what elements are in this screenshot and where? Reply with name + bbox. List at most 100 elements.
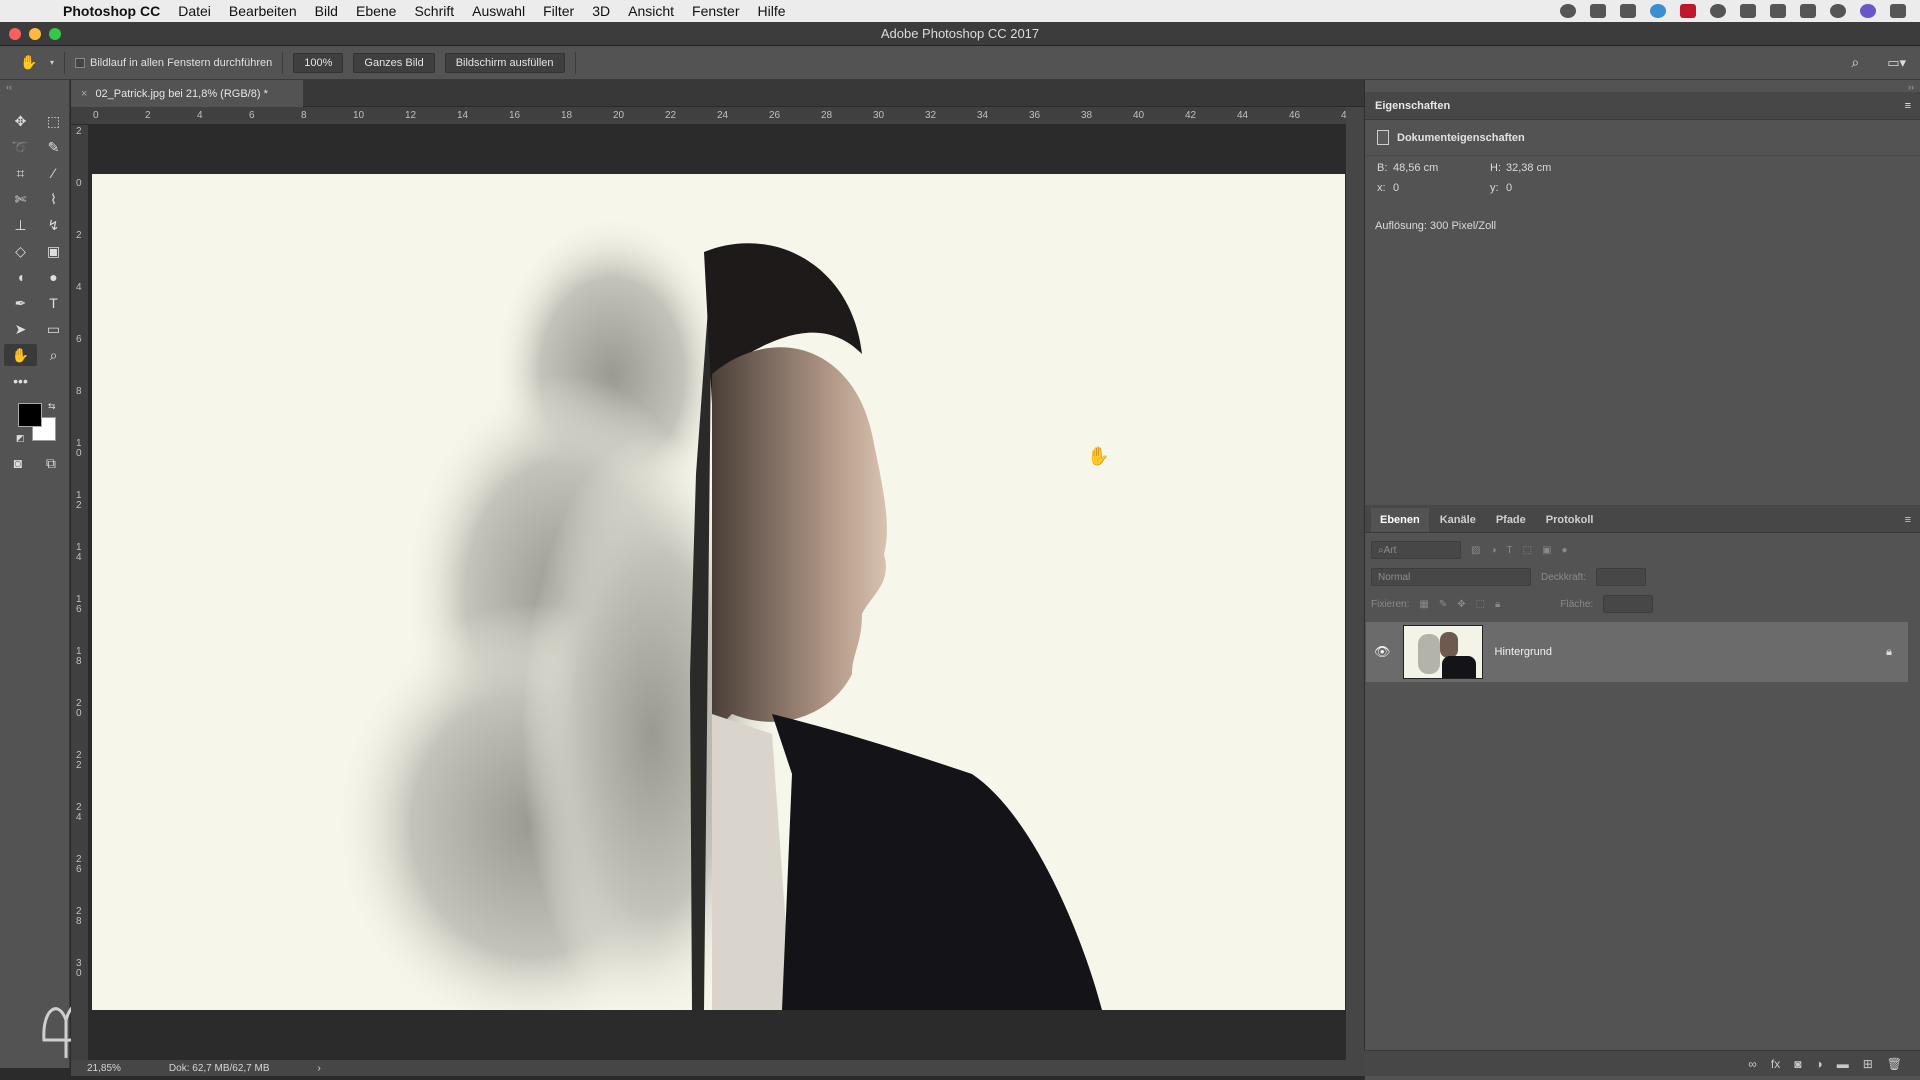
swap-colors-icon[interactable]: ⇆ <box>48 401 56 412</box>
lasso-tool-icon[interactable]: ➰ <box>4 136 37 158</box>
sync-icon[interactable] <box>1650 4 1666 18</box>
new-group-icon[interactable]: ▬ <box>1837 1057 1849 1071</box>
siri-icon[interactable] <box>1860 4 1876 18</box>
path-select-tool-icon[interactable]: ➤ <box>4 318 37 340</box>
screen-mode-icon[interactable]: ⧉ <box>40 452 62 474</box>
zoom-window-button[interactable] <box>49 28 61 40</box>
vertical-scrollbar[interactable] <box>1346 107 1364 1060</box>
wifi-icon[interactable] <box>1770 4 1786 18</box>
pen-tool-icon[interactable]: ✒ <box>4 292 37 314</box>
menu-3d[interactable]: 3D <box>583 3 619 19</box>
collapse-icon[interactable]: ‹‹ <box>6 82 12 92</box>
height-value[interactable]: 32,38 cm <box>1506 162 1551 174</box>
eraser-tool-icon[interactable]: ◇ <box>4 240 37 262</box>
layer-lock-icon[interactable]: 🔒︎ <box>1886 646 1892 659</box>
layer-row-background[interactable]: 👁︎ Hintergrund 🔒︎ <box>1366 622 1908 682</box>
tab-protokoll[interactable]: Protokoll <box>1537 508 1603 532</box>
menu-datei[interactable]: Datei <box>169 3 220 19</box>
marquee-tool-icon[interactable]: ⬚ <box>37 110 70 132</box>
layer-name[interactable]: Hintergrund <box>1495 646 1552 658</box>
gradient-tool-icon[interactable]: ▣ <box>37 240 70 262</box>
zoom-tool-icon[interactable]: ⌕ <box>37 344 70 366</box>
eyedropper-tool-icon[interactable]: ⁄ <box>37 162 70 184</box>
new-layer-icon[interactable]: ⊞ <box>1863 1057 1873 1071</box>
tab-kanaele[interactable]: Kanäle <box>1431 508 1485 532</box>
type-tool-icon[interactable]: T <box>37 292 70 314</box>
cloud-icon[interactable] <box>1590 4 1606 18</box>
quick-mask-icon[interactable]: ◙ <box>7 452 29 474</box>
lock-position-icon[interactable]: ✥ <box>1457 599 1465 610</box>
brush-tool-icon[interactable]: ⌇ <box>37 188 70 210</box>
lock-artboard-icon[interactable]: ⬚ <box>1476 599 1485 610</box>
display-icon[interactable] <box>1620 4 1636 18</box>
stamp-tool-icon[interactable]: ⊥ <box>4 214 37 236</box>
menu-app[interactable]: Photoshop CC <box>54 3 169 19</box>
y-value[interactable]: 0 <box>1506 182 1512 194</box>
menu-hilfe[interactable]: Hilfe <box>749 3 795 19</box>
move-tool-icon[interactable]: ✥ <box>4 110 37 132</box>
vertical-ruler[interactable]: 2 0 2 4 6 8 1 0 1 2 1 4 1 6 1 8 2 0 2 2 2 4 2 6 2 8 3 0 <box>71 125 89 1060</box>
filter-smart-icon[interactable]: ▣ <box>1542 545 1551 556</box>
record-icon[interactable] <box>1560 4 1576 18</box>
fill-input[interactable] <box>1603 595 1654 613</box>
scroll-all-windows-checkbox[interactable]: Bildlauf in allen Fenstern durchführen <box>75 57 272 69</box>
menu-ebene[interactable]: Ebene <box>347 3 405 19</box>
checkbox-box[interactable] <box>75 57 86 68</box>
dodge-tool-icon[interactable]: ● <box>37 266 70 288</box>
hand-tool-icon[interactable]: ✋ <box>4 344 37 366</box>
width-value[interactable]: 48,56 cm <box>1393 162 1438 174</box>
filter-type-icon[interactable]: T <box>1507 545 1513 556</box>
layers-panel-menu-icon[interactable]: ≡ <box>1905 514 1911 532</box>
time-machine-icon[interactable] <box>1710 4 1726 18</box>
layer-filter-input[interactable]: ⌕ Art <box>1371 541 1461 559</box>
blur-tool-icon[interactable]: ◖ <box>4 266 37 288</box>
adobe-icon[interactable] <box>1680 4 1696 18</box>
filter-toggle-icon[interactable]: ● <box>1562 545 1568 556</box>
menu-ansicht[interactable]: Ansicht <box>619 3 683 19</box>
tab-ebenen[interactable]: Ebenen <box>1371 508 1429 532</box>
close-tab-icon[interactable]: × <box>81 88 87 100</box>
menu-schrift[interactable]: Schrift <box>405 3 463 19</box>
chevron-down-icon[interactable]: ▾ <box>50 58 54 67</box>
filter-shape-icon[interactable]: ⬚ <box>1523 545 1532 556</box>
link-layers-icon[interactable]: ∞ <box>1748 1057 1757 1071</box>
close-window-button[interactable] <box>9 28 21 40</box>
crop-tool-icon[interactable]: ⌗ <box>4 162 37 184</box>
hand-tool-preset-icon[interactable]: ✋ <box>18 52 40 74</box>
workspace-icon[interactable]: ▭▾ <box>1887 55 1906 71</box>
menu-fenster[interactable]: Fenster <box>683 3 748 19</box>
default-colors-icon[interactable]: ◩ <box>16 433 25 444</box>
minimize-window-button[interactable] <box>29 28 41 40</box>
status-zoom[interactable]: 21,85% <box>87 1063 121 1074</box>
properties-title[interactable]: Eigenschaften <box>1375 100 1450 112</box>
layer-style-icon[interactable]: fx <box>1771 1057 1780 1071</box>
fill-screen-button[interactable]: Bildschirm ausfüllen <box>444 52 565 73</box>
lock-transparent-icon[interactable]: ▦ <box>1419 599 1428 610</box>
blend-mode-select[interactable]: Normal <box>1371 568 1531 586</box>
quick-select-tool-icon[interactable]: ✎ <box>37 136 70 158</box>
delete-layer-icon[interactable]: 🗑︎ <box>1887 1057 1902 1071</box>
status-menu-arrow[interactable]: › <box>318 1063 321 1074</box>
x-value[interactable]: 0 <box>1393 182 1399 194</box>
document-image[interactable]: ✋ <box>92 174 1345 1010</box>
notification-center-icon[interactable] <box>1890 4 1906 18</box>
tab-pfade[interactable]: Pfade <box>1487 508 1535 532</box>
menu-bearbeiten[interactable]: Bearbeiten <box>220 3 306 19</box>
airplay-icon[interactable] <box>1800 4 1816 18</box>
opacity-input[interactable] <box>1596 568 1647 586</box>
rectangle-tool-icon[interactable]: ▭ <box>37 318 70 340</box>
document-tab[interactable]: × 02_Patrick.jpg bei 21,8% (RGB/8) * <box>71 80 303 107</box>
horizontal-ruler[interactable]: 0 2 4 6 8 10 12 14 16 18 20 22 24 26 28 30 32 34 36 38 40 42 4… <box>71 107 1346 125</box>
menu-bild[interactable]: Bild <box>306 3 347 19</box>
more-tools-icon[interactable]: ••• <box>4 370 37 392</box>
menu-auswahl[interactable]: Auswahl <box>463 3 534 19</box>
spotlight-icon[interactable] <box>1830 4 1846 18</box>
panel-menu-icon[interactable]: ≡ <box>1905 100 1911 112</box>
history-brush-tool-icon[interactable]: ↯ <box>37 214 70 236</box>
filter-pixel-icon[interactable]: ▨ <box>1471 545 1480 556</box>
fit-screen-button[interactable]: Ganzes Bild <box>353 52 435 73</box>
foreground-color-swatch[interactable] <box>18 403 42 427</box>
layer-mask-icon[interactable]: ◙ <box>1794 1057 1801 1071</box>
lock-image-icon[interactable]: ✎ <box>1439 599 1447 610</box>
adjustment-layer-icon[interactable]: ◑ <box>1815 1057 1822 1071</box>
